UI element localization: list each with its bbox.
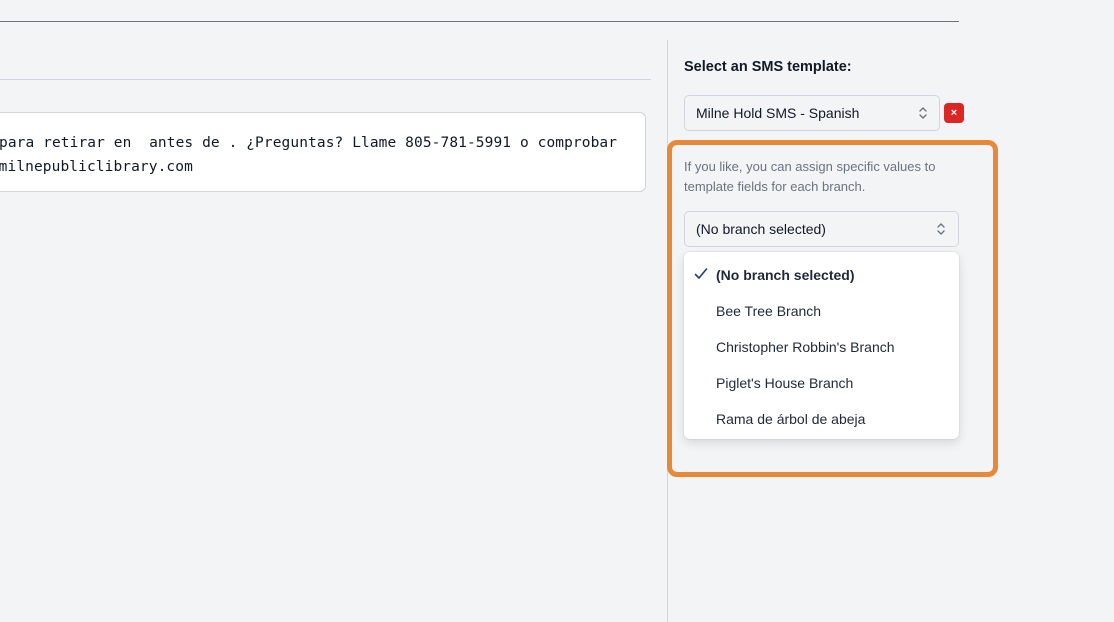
branch-option-label: Piglet's House Branch <box>716 375 854 391</box>
sms-message-line-1: para retirar en antes de . ¿Preguntas? L… <box>0 135 618 151</box>
branch-option-label: Bee Tree Branch <box>716 303 822 319</box>
branch-dropdown-menu: (No branch selected) Bee Tree Branch Chr… <box>684 252 959 439</box>
sms-template-label: Select an SMS template: <box>684 59 852 75</box>
branch-option-label: Rama de árbol de abeja <box>716 411 866 427</box>
branch-option-rama-arbol-abeja[interactable]: Rama de árbol de abeja <box>684 399 959 435</box>
sms-message-line-2: g.milnepubliclibrary.com <box>0 159 193 175</box>
page: para retirar en antes de . ¿Preguntas? L… <box>0 0 1114 622</box>
branch-option-none[interactable]: (No branch selected) <box>684 255 959 291</box>
branch-option-label: Christopher Robbin's Branch <box>716 339 895 355</box>
content-divider <box>0 79 651 80</box>
check-icon <box>694 268 708 279</box>
branch-option-piglets-house[interactable]: Piglet's House Branch <box>684 363 959 399</box>
sms-template-select-value: Milne Hold SMS - Spanish <box>696 105 860 121</box>
branch-option-christopher-robbin[interactable]: Christopher Robbin's Branch <box>684 327 959 363</box>
sms-message-preview[interactable]: para retirar en antes de . ¿Preguntas? L… <box>0 112 646 192</box>
remove-template-button[interactable]: × <box>944 103 964 123</box>
branch-help-text: If you like, you can assign specific val… <box>684 159 936 194</box>
branch-option-bee-tree[interactable]: Bee Tree Branch <box>684 291 959 327</box>
sms-message-text: para retirar en antes de . ¿Preguntas? L… <box>0 131 645 191</box>
close-icon: × <box>950 107 958 119</box>
top-divider <box>0 21 959 22</box>
branch-option-label: (No branch selected) <box>716 267 855 283</box>
branch-select-value: (No branch selected) <box>696 221 826 237</box>
sms-template-select[interactable]: Milne Hold SMS - Spanish <box>684 95 940 131</box>
chevron-up-down-icon <box>919 107 927 119</box>
chevron-up-down-icon <box>937 223 945 235</box>
branch-select[interactable]: (No branch selected) <box>684 211 959 247</box>
